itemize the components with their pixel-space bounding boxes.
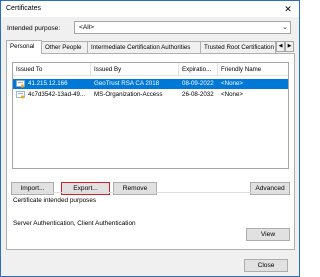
cell-friendly-name: <None> bbox=[221, 91, 244, 98]
cell-issued-by: GeoTrust RSA CA 2018 bbox=[94, 80, 160, 87]
intended-purposes-title: Certificate intended purposes bbox=[13, 197, 97, 204]
table-row[interactable]: 41.215.12.166 GeoTrust RSA CA 2018 08-09… bbox=[13, 79, 288, 89]
advanced-button[interactable]: Advanced bbox=[250, 182, 290, 195]
list-header: Issued To Issued By Expiratio... Friendl… bbox=[13, 63, 288, 76]
tab-trusted-root[interactable]: Trusted Root Certification bbox=[200, 41, 276, 53]
column-issued-by[interactable]: Issued By bbox=[91, 63, 179, 76]
close-button[interactable]: Close bbox=[244, 259, 288, 272]
intended-purposes-value: Server Authentication, Client Authentica… bbox=[13, 220, 136, 227]
certificates-window: Certificates ✕ Intended purpose: <All> ⌄… bbox=[0, 0, 300, 277]
close-icon[interactable]: ✕ bbox=[277, 1, 299, 17]
tab-personal[interactable]: Personal bbox=[6, 40, 42, 54]
column-friendly-name[interactable]: Friendly Name bbox=[218, 63, 288, 76]
column-issued-to[interactable]: Issued To bbox=[13, 63, 91, 76]
chevron-down-icon: ⌄ bbox=[282, 24, 288, 31]
view-button[interactable]: View bbox=[246, 228, 290, 241]
tab-scroll-right-icon[interactable]: ▶ bbox=[285, 41, 294, 52]
remove-button[interactable]: Remove bbox=[113, 182, 157, 195]
certificate-icon bbox=[16, 80, 25, 88]
tab-strip: Personal Other People Intermediate Certi… bbox=[6, 40, 294, 54]
cell-issued-by: MS-Organization-Access bbox=[94, 91, 163, 98]
tab-panel-personal: Issued To Issued By Expiratio... Friendl… bbox=[6, 53, 295, 250]
cell-issued-to: 4c7d3542-13ad-49... bbox=[28, 91, 86, 98]
table-row[interactable]: 4c7d3542-13ad-49... MS-Organization-Acce… bbox=[13, 90, 288, 100]
tab-other-people[interactable]: Other People bbox=[41, 41, 88, 53]
tab-scroll-left-icon[interactable]: ◀ bbox=[276, 41, 285, 52]
intended-purpose-label: Intended purpose: bbox=[7, 25, 61, 32]
import-button[interactable]: Import... bbox=[11, 182, 54, 195]
cell-expiration: 26-08-2032 bbox=[182, 91, 214, 98]
column-expiration[interactable]: Expiratio... bbox=[179, 63, 218, 76]
title-bar: Certificates ✕ bbox=[1, 1, 299, 17]
cell-friendly-name: <None> bbox=[221, 80, 244, 87]
intended-purpose-value: <All> bbox=[79, 24, 95, 31]
certificate-list[interactable]: Issued To Issued By Expiratio... Friendl… bbox=[12, 62, 289, 169]
certificate-icon bbox=[16, 91, 25, 99]
window-title: Certificates bbox=[6, 5, 42, 12]
tab-intermediate-ca[interactable]: Intermediate Certification Authorities bbox=[87, 41, 201, 53]
cell-expiration: 08-09-2022 bbox=[182, 80, 214, 87]
cell-issued-to: 41.215.12.166 bbox=[28, 80, 68, 87]
divider bbox=[12, 192, 289, 193]
export-button[interactable]: Export... bbox=[61, 182, 110, 195]
intended-purpose-select[interactable]: <All> ⌄ bbox=[74, 21, 291, 34]
